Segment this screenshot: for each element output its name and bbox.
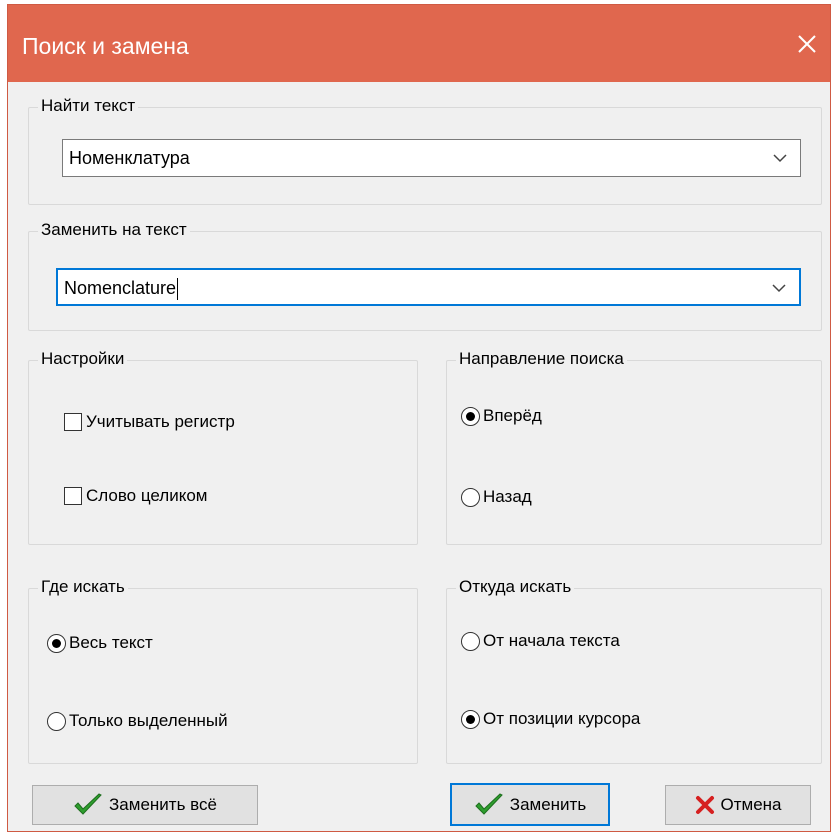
origin-group-legend: Откуда искать	[456, 577, 575, 597]
match-case-label: Учитывать регистр	[86, 412, 235, 431]
origin-cursor-label: От позиции курсора	[483, 709, 641, 728]
cancel-label: Отмена	[720, 795, 782, 814]
replace-input-text: Nomenclature	[64, 278, 177, 298]
where-selection-circle[interactable]	[47, 711, 66, 731]
direction-forward-label: Вперёд	[483, 406, 542, 425]
settings-group: Настройки Учитывать регистр Слово целико…	[28, 349, 418, 545]
origin-start-circle[interactable]	[461, 631, 480, 651]
direction-group-legend: Направление поиска	[456, 349, 627, 369]
find-input-value: Номенклатура	[69, 148, 190, 168]
replace-group: Заменить на текст Nomenclature	[28, 220, 822, 331]
chevron-down-icon[interactable]	[772, 151, 788, 165]
red-x-icon	[695, 796, 714, 814]
cancel-button[interactable]: Отмена	[665, 785, 811, 825]
replace-combobox[interactable]: Nomenclature	[56, 268, 801, 306]
match-case-box[interactable]	[64, 413, 82, 431]
replace-all-button[interactable]: Заменить всё	[32, 785, 258, 825]
replace-group-legend: Заменить на текст	[38, 220, 190, 240]
green-checkmark-icon	[74, 793, 102, 815]
settings-group-legend: Настройки	[38, 349, 128, 369]
whole-word-box[interactable]	[64, 487, 82, 505]
replace-input-value: Nomenclature	[64, 278, 179, 301]
match-case-checkbox[interactable]: Учитывать регистр	[64, 412, 235, 432]
direction-backward-radio[interactable]: Назад	[461, 487, 532, 507]
origin-cursor-circle[interactable]	[461, 709, 480, 729]
find-group: Найти текст Номенклатура	[28, 96, 822, 205]
find-combobox[interactable]: Номенклатура	[62, 139, 801, 177]
chevron-down-icon[interactable]	[771, 281, 787, 295]
direction-backward-label: Назад	[483, 487, 532, 506]
where-all-text-label: Весь текст	[69, 633, 153, 652]
where-group: Где искать Весь текст Только выделенный	[28, 577, 418, 764]
title-bar: Поиск и замена	[8, 5, 830, 82]
text-cursor	[177, 278, 179, 301]
direction-forward-radio[interactable]: Вперёд	[461, 406, 542, 426]
origin-start-radio[interactable]: От начала текста	[461, 631, 620, 651]
origin-start-label: От начала текста	[483, 631, 620, 650]
origin-group: Откуда искать От начала текста От позици…	[446, 577, 822, 764]
search-replace-dialog: Поиск и замена Найти текст Номенклатура …	[7, 4, 831, 832]
replace-button[interactable]: Заменить	[450, 783, 610, 826]
whole-word-checkbox[interactable]: Слово целиком	[64, 486, 207, 506]
direction-group: Направление поиска Вперёд Назад	[446, 349, 822, 545]
green-checkmark-icon	[475, 792, 503, 815]
close-icon	[798, 35, 816, 53]
replace-label: Заменить	[509, 794, 587, 814]
where-group-legend: Где искать	[38, 577, 128, 597]
where-all-text-radio[interactable]: Весь текст	[47, 633, 153, 653]
close-button[interactable]	[792, 29, 822, 59]
window-title: Поиск и замена	[22, 33, 189, 59]
replace-all-label: Заменить всё	[109, 795, 217, 814]
find-group-legend: Найти текст	[38, 96, 139, 116]
where-selection-label: Только выделенный	[69, 711, 228, 730]
where-selection-radio[interactable]: Только выделенный	[47, 711, 228, 731]
whole-word-label: Слово целиком	[86, 486, 208, 505]
direction-backward-circle[interactable]	[461, 487, 480, 507]
direction-forward-circle[interactable]	[461, 406, 480, 426]
where-all-text-circle[interactable]	[47, 633, 66, 653]
origin-cursor-radio[interactable]: От позиции курсора	[461, 709, 640, 729]
